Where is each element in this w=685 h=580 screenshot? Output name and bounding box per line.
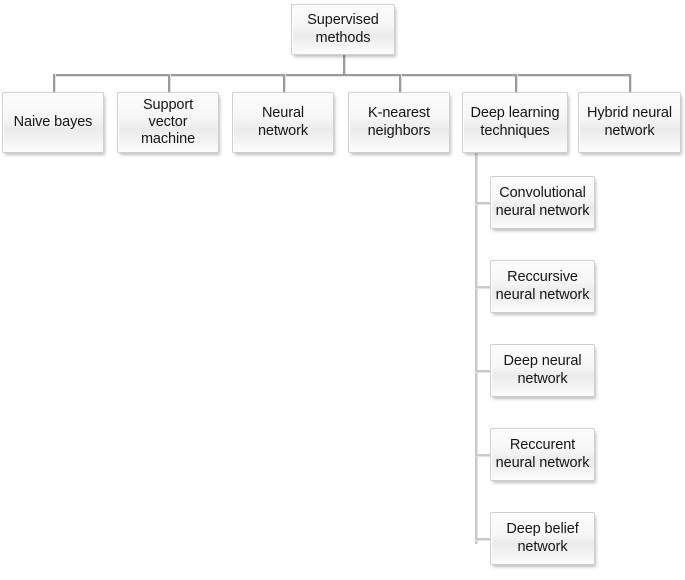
node-label-naive-bayes: Naive bayes <box>13 113 93 130</box>
node-label-support-vector-machine: Support vector machine <box>140 96 196 148</box>
node-label-neural-network: Neural network <box>257 105 309 139</box>
connector-drop-support-vector-machine <box>168 74 171 92</box>
connector-stub-reccurent-neural-network <box>475 454 490 457</box>
connector-root-stem <box>343 55 346 76</box>
node-support-vector-machine: Support vector machine <box>117 92 219 153</box>
connector-drop-deep-learning-techniques <box>515 74 518 92</box>
node-label-deep-belief-network: Deep belief network <box>506 521 579 555</box>
connector-drop-k-nearest-neighbors <box>399 74 402 92</box>
connector-drop-naive-bayes <box>53 74 56 92</box>
connector-stub-deep-neural-network <box>475 370 490 373</box>
node-deep-belief-network: Deep belief network <box>490 512 595 565</box>
node-supervised-methods: Supervised methods <box>291 4 395 55</box>
connector-stub-deep-belief-network <box>475 538 490 541</box>
connector-drop-hybrid-neural-network <box>629 74 632 92</box>
connector-drop-neural-network <box>283 74 286 92</box>
node-deep-learning-techniques: Deep learning techniques <box>462 92 568 153</box>
node-hybrid-neural-network: Hybrid neural network <box>578 92 681 153</box>
node-neural-network: Neural network <box>232 92 334 153</box>
node-reccursive-neural-network: Reccursive neural network <box>490 260 595 313</box>
node-label-k-nearest-neighbors: K-nearest neighbors <box>367 105 431 139</box>
node-reccurent-neural-network: Reccurent neural network <box>490 428 595 481</box>
node-deep-neural-network: Deep neural network <box>490 344 595 397</box>
node-label-reccurent-neural-network: Reccurent neural network <box>495 437 590 471</box>
node-naive-bayes: Naive bayes <box>2 92 104 153</box>
node-label-hybrid-neural-network: Hybrid neural network <box>587 105 672 139</box>
connector-stub-reccursive-neural-network <box>475 286 490 289</box>
node-convolutional-neural-network: Convolutional neural network <box>490 176 595 229</box>
node-label-reccursive-neural-network: Reccursive neural network <box>495 269 590 303</box>
connector-horizontal-bus <box>53 74 631 77</box>
supervised-methods-tree-diagram: Supervised methods Naive bayes Support vec… <box>0 0 685 580</box>
node-label-deep-learning-techniques: Deep learning techniques <box>470 105 560 139</box>
node-label-deep-neural-network: Deep neural network <box>503 353 582 387</box>
node-k-nearest-neighbors: K-nearest neighbors <box>348 92 450 153</box>
connector-stub-convolutional-neural-network <box>475 202 490 205</box>
connector-deep-learning-trunk <box>475 153 478 544</box>
node-label-supervised-methods: Supervised methods <box>307 12 379 46</box>
node-label-convolutional-neural-network: Convolutional neural network <box>495 185 590 219</box>
